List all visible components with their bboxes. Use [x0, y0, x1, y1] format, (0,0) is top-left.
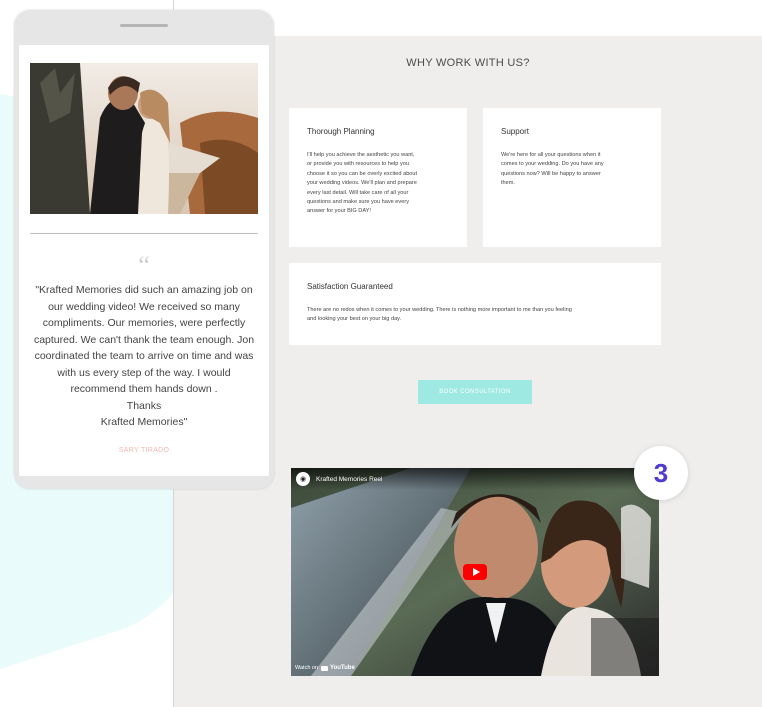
card-text-line: answer for your BIG DAY!	[307, 208, 371, 215]
youtube-icon	[321, 665, 329, 671]
book-consultation-button[interactable]: BOOK CONSULTATION	[418, 380, 532, 404]
video-header: ◉ Krafted Memories Reel	[291, 468, 659, 490]
phone-screen: “ "Krafted Memories did such an amazing …	[19, 45, 269, 476]
wedding-photo-image	[30, 63, 258, 214]
youtube-label: YouTube	[330, 665, 355, 671]
card-title: Satisfaction Guaranteed	[307, 282, 393, 291]
channel-logo-icon[interactable]: ◉	[296, 472, 310, 486]
video-player[interactable]: ◉ Krafted Memories Reel Co Watch on YouT…	[291, 468, 659, 676]
couple-photo	[30, 63, 258, 214]
card-text-line: questions and make sure you have every	[307, 199, 409, 205]
testimonial-line: recommend them hands down .	[70, 383, 218, 395]
play-button[interactable]	[463, 564, 487, 580]
quote-icon: “	[138, 251, 150, 280]
watch-on-label: Watch on	[295, 665, 319, 671]
card-text-line: We're here for all your questions when i…	[501, 152, 601, 158]
testimonial-line: "Krafted Memories did such an amazing jo…	[35, 284, 253, 296]
testimonial-author: SARY TIRADO	[118, 447, 170, 454]
card-support: Support We're here for all your question…	[483, 108, 661, 247]
testimonial-line: Krafted Memories"	[100, 416, 188, 428]
card-text-line: There are no redos when it comes to your…	[307, 307, 572, 313]
card-thorough-planning: Thorough Planning I'll help you achieve …	[289, 108, 467, 247]
card-text-line: and looking your best on your big day.	[307, 316, 402, 323]
phone-mockup: “ "Krafted Memories did such an amazing …	[14, 10, 274, 489]
step-number-badge: 3	[634, 446, 688, 500]
card-text-line: choose it so you can be overly excited a…	[307, 170, 418, 177]
card-text-line: I'll help you achieve the aesthetic you …	[307, 152, 415, 158]
card-text-line: your wedding videos. We'll plan and prep…	[307, 180, 417, 187]
watch-on-youtube-link[interactable]: Watch on YouTube	[295, 665, 355, 671]
testimonial-text: "Krafted Memories did such an amazing jo…	[25, 282, 263, 431]
card-title: Support	[501, 127, 530, 136]
separator-line	[30, 233, 258, 234]
play-icon	[472, 568, 480, 576]
card-text-line: or provide you with resources to help yo…	[307, 161, 409, 168]
video-title[interactable]: Krafted Memories Reel	[316, 476, 382, 483]
card-title: Thorough Planning	[307, 127, 375, 136]
card-text-line: comes to your wedding. Do you have any	[501, 161, 604, 168]
testimonial-line: coordinated the team to arrive on time a…	[34, 350, 254, 362]
testimonial-line: compliments. Our memories, were perfectl…	[42, 317, 246, 329]
testimonial-line: our wedding video! We received so many	[48, 300, 240, 313]
youtube-logo: YouTube	[321, 665, 355, 671]
card-satisfaction: Satisfaction Guaranteed There are no red…	[289, 263, 661, 345]
phone-speaker	[120, 24, 168, 27]
testimonial-line: with us every step of the way. I would	[57, 366, 231, 379]
card-text-line: every last detail. Will take care of all…	[307, 189, 409, 196]
testimonial-line: captured. We can't thank the team enough…	[33, 333, 255, 346]
card-text-line: questions now? Will be happy to answer	[501, 170, 601, 177]
card-text-line: them.	[501, 180, 515, 187]
testimonial-line: Thanks	[126, 399, 162, 412]
